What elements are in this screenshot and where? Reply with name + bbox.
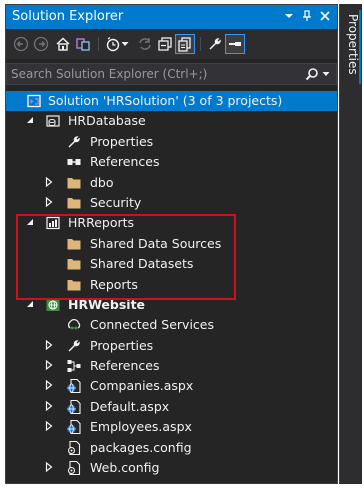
tree-item-web-config[interactable]: Web.config <box>6 458 337 478</box>
toolbar-separator <box>98 37 99 51</box>
tree-item-shared-datasets[interactable]: Shared Datasets <box>6 254 337 274</box>
tree-item-security[interactable]: Security <box>6 193 337 213</box>
folder-icon <box>66 277 82 293</box>
folder-icon <box>66 256 82 272</box>
references-icon <box>66 154 82 170</box>
tree-item-label: HRReports <box>68 215 135 231</box>
expanded-arrow-icon[interactable] <box>24 297 36 311</box>
expanded-arrow-icon[interactable] <box>24 113 36 127</box>
tree-item-solution[interactable]: Solution 'HRSolution' (3 of 3 projects) <box>6 91 337 112</box>
database-project-icon <box>45 113 61 129</box>
search-box <box>6 63 337 85</box>
search-options-button[interactable] <box>304 66 330 82</box>
solution-explorer-panel: Solution Explorer Search Solution Explor… <box>5 4 338 484</box>
report-project-icon <box>45 215 61 231</box>
toolbar <box>6 29 337 59</box>
tree-item-label: References <box>90 154 160 170</box>
tree-item-label: packages.config <box>90 439 192 455</box>
aspx-file-icon <box>66 399 82 415</box>
search-dropdown-icon <box>322 71 330 77</box>
collapsed-arrow-icon[interactable] <box>43 378 55 392</box>
search-input[interactable] <box>11 65 291 83</box>
show-all-files-icon[interactable] <box>175 34 195 54</box>
switch-views-icon[interactable] <box>74 35 92 53</box>
tree-item-properties[interactable]: Properties <box>6 132 337 152</box>
tree-item-label: HRDatabase <box>68 113 146 129</box>
tree-item-default-aspx[interactable]: Default.aspx <box>6 397 337 417</box>
toolbar-separator <box>200 37 201 51</box>
wrench-icon <box>66 134 82 150</box>
tree-item-employees-aspx[interactable]: Employees.aspx <box>6 417 337 437</box>
folder-icon <box>66 195 82 211</box>
tree-item-label: dbo <box>90 174 114 190</box>
tree-item-label: Security <box>90 194 142 210</box>
aspx-file-icon <box>66 419 82 435</box>
tree-item-label: Reports <box>90 276 138 292</box>
tree-item-label: Companies.aspx <box>90 378 194 394</box>
search-icon <box>305 67 319 81</box>
solution-tree: Solution 'HRSolution' (3 of 3 projects) … <box>6 91 337 478</box>
wrench-icon <box>66 338 82 354</box>
tree-item-label: Shared Data Sources <box>90 235 222 251</box>
forward-icon[interactable] <box>32 35 50 53</box>
title-bar: Solution Explorer <box>6 5 337 29</box>
folder-icon <box>66 236 82 252</box>
tree-item-label: Web.config <box>90 460 160 476</box>
tree-item-references[interactable]: References <box>6 152 337 172</box>
back-icon[interactable] <box>12 35 30 53</box>
window-position-dropdown-icon[interactable] <box>281 7 297 25</box>
collapsed-arrow-icon[interactable] <box>43 175 55 189</box>
solution-icon <box>26 93 42 109</box>
properties-side-tab[interactable]: Properties <box>342 14 360 104</box>
aspx-file-icon <box>66 378 82 394</box>
collapsed-arrow-icon[interactable] <box>43 358 55 372</box>
tree-item-dbo[interactable]: dbo <box>6 173 337 193</box>
tree-item-label: Solution 'HRSolution' (3 of 3 projects) <box>48 93 283 108</box>
tree-item-label: Properties <box>90 337 154 353</box>
tree-item-reports[interactable]: Reports <box>6 275 337 295</box>
folder-icon <box>66 175 82 191</box>
collapsed-arrow-icon[interactable] <box>43 399 55 413</box>
tree-item-hrdatabase[interactable]: HRDatabase <box>6 111 337 131</box>
tree-item-hrreports[interactable]: HRReports <box>6 213 337 233</box>
tree-item-references[interactable]: References <box>6 356 337 376</box>
tree-item-shared-data-sources[interactable]: Shared Data Sources <box>6 234 337 254</box>
tree-item-label: References <box>90 358 160 374</box>
app-frame: Solution Explorer Search Solution Explor… <box>0 0 364 491</box>
expanded-arrow-icon[interactable] <box>24 215 36 229</box>
tree-item-label: Connected Services <box>90 317 214 333</box>
properties-wrench-icon[interactable] <box>206 35 224 53</box>
collapsed-arrow-icon[interactable] <box>43 195 55 209</box>
tree-item-label: Properties <box>90 133 154 149</box>
connected-services-icon <box>66 317 82 333</box>
pin-icon[interactable] <box>299 7 315 25</box>
tree-item-label: HRWebsite <box>68 296 146 312</box>
filter-dropdown-icon[interactable] <box>120 35 130 53</box>
collapsed-arrow-icon[interactable] <box>43 338 55 352</box>
references-icon <box>66 358 82 374</box>
config-file-icon <box>66 440 82 456</box>
tree-item-label: Default.aspx <box>90 398 170 414</box>
web-project-icon <box>45 297 61 313</box>
side-tab-strip: Properties <box>339 4 362 484</box>
tree-item-packages-config[interactable]: packages.config <box>6 438 337 458</box>
tree-item-label: Employees.aspx <box>90 419 192 435</box>
panel-title: Solution Explorer <box>12 9 124 24</box>
tree-item-companies-aspx[interactable]: Companies.aspx <box>6 376 337 396</box>
tree-item-label: Shared Datasets <box>90 256 194 272</box>
collapsed-arrow-icon[interactable] <box>43 419 55 433</box>
collapsed-arrow-icon[interactable] <box>43 460 55 474</box>
config-file-icon <box>66 460 82 476</box>
tree-item-connected-services[interactable]: Connected Services <box>6 315 337 335</box>
preview-selected-items-icon[interactable] <box>225 34 245 54</box>
collapse-all-icon[interactable] <box>156 35 174 53</box>
tree-item-hrwebsite[interactable]: HRWebsite <box>6 295 337 315</box>
tree-item-properties[interactable]: Properties <box>6 336 337 356</box>
close-icon[interactable] <box>317 7 333 25</box>
sync-with-active-document-icon[interactable] <box>136 35 154 53</box>
home-icon[interactable] <box>54 35 72 53</box>
